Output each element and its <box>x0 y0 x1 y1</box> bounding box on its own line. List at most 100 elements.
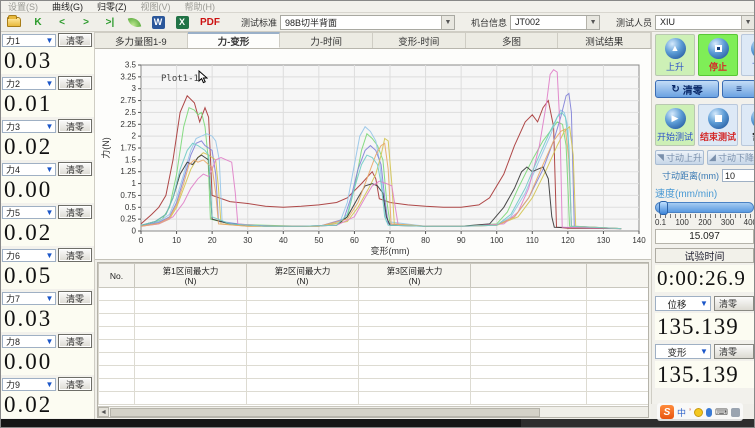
tester-select[interactable]: XIU ▼ <box>655 15 755 30</box>
svg-text:30: 30 <box>243 236 252 245</box>
channel-select[interactable]: 力1▼ <box>2 34 56 47</box>
tab-多力量图1-9[interactable]: 多力量图1-9 <box>95 32 188 48</box>
table-row[interactable] <box>99 353 650 366</box>
microphone-icon[interactable] <box>706 408 712 417</box>
scroll-left-icon[interactable]: ◄ <box>98 407 109 417</box>
inch-up-button[interactable]: ◥ 寸动上升 <box>655 150 704 165</box>
test-standard-select[interactable]: 98B切半背面 ▼ <box>280 15 455 30</box>
table-row[interactable] <box>99 379 650 392</box>
arrow-up-icon: ▲ <box>665 38 686 59</box>
keyboard-icon[interactable]: ⌨ <box>715 407 728 418</box>
channel-clear-button[interactable]: 清零 <box>58 377 92 391</box>
channel-select[interactable]: 力6▼ <box>2 249 56 262</box>
stop-button[interactable]: 停止 <box>698 34 738 76</box>
chevron-down-icon: ▼ <box>44 379 55 390</box>
table-cell <box>471 392 587 405</box>
displacement-select[interactable]: 位移 ▼ <box>655 296 711 311</box>
tester-label: 测试人员 <box>616 16 652 29</box>
last-record-button[interactable]: >| <box>99 14 121 30</box>
profile-icon[interactable] <box>731 408 740 417</box>
end-test-button[interactable]: 结束测试 <box>698 104 738 146</box>
table-row[interactable] <box>99 288 650 301</box>
channel-clear-button[interactable]: 清零 <box>58 119 92 133</box>
inch-down-button[interactable]: ◢ 寸动下降 <box>707 150 755 165</box>
channel-clear-button[interactable]: 清零 <box>58 334 92 348</box>
sogou-logo-icon[interactable]: S <box>660 405 674 419</box>
table-cell <box>99 327 135 340</box>
channel-select[interactable]: 力5▼ <box>2 206 56 219</box>
first-record-button[interactable]: K <box>27 14 49 30</box>
svg-text:1: 1 <box>132 179 137 188</box>
table-cell <box>135 366 247 379</box>
channel-clear-button[interactable]: 清零 <box>58 33 92 47</box>
channel-select[interactable]: 力3▼ <box>2 120 56 133</box>
menu-item-归零(Z)[interactable]: 归零(Z) <box>90 0 134 13</box>
menu-item-帮助(H)[interactable]: 帮助(H) <box>178 0 223 13</box>
menu-item-曲线(G)[interactable]: 曲线(G) <box>45 0 90 13</box>
start-test-button[interactable]: ▶ 开始测试 <box>655 104 695 146</box>
next-record-button[interactable]: > <box>75 14 97 30</box>
chinese-mode-icon[interactable]: 中 <box>677 406 686 419</box>
channel-name: 力5 <box>3 206 44 219</box>
tab-变形-时间[interactable]: 变形-时间 <box>373 32 466 48</box>
scrollbar-thumb[interactable] <box>110 408 540 417</box>
deform-clear-button[interactable]: 清零 <box>714 344 754 359</box>
deform-select[interactable]: 变形 ▼ <box>655 344 711 359</box>
table-row[interactable] <box>99 327 650 340</box>
tab-测试结果[interactable]: 测试结果 <box>558 32 651 48</box>
tab-力-变形[interactable]: 力-变形 <box>188 32 281 48</box>
speed-slider-handle[interactable] <box>659 201 668 215</box>
channel-select[interactable]: 力7▼ <box>2 292 56 305</box>
menu-item-设置(S)[interactable]: 设置(S) <box>1 0 45 13</box>
table-row[interactable] <box>99 366 650 379</box>
aux-button[interactable]: ≡ <box>722 80 755 98</box>
channel-clear-button[interactable]: 清零 <box>58 205 92 219</box>
menu-item-视图(V)[interactable]: 视图(V) <box>134 0 178 13</box>
crosshead-down-button[interactable]: ▼ 下降 <box>741 34 755 76</box>
export-word-button[interactable]: W <box>147 14 169 30</box>
test-standard-value: 98B切半背面 <box>281 16 441 29</box>
prev-record-button[interactable]: < <box>51 14 73 30</box>
table-cell <box>135 301 247 314</box>
report-button[interactable] <box>123 14 145 30</box>
tab-多图[interactable]: 多图 <box>466 32 559 48</box>
punctuation-icon[interactable]: ’ <box>689 407 691 417</box>
machine-select[interactable]: JT002 ▼ <box>510 15 600 30</box>
channel-select[interactable]: 力8▼ <box>2 335 56 348</box>
slider-tick-label: 300 <box>721 218 734 227</box>
channel-clear-button[interactable]: 清零 <box>58 291 92 305</box>
tab-力-时间[interactable]: 力-时间 <box>280 32 373 48</box>
leaf-icon <box>127 15 140 28</box>
inch-distance-input[interactable]: 10 <box>722 169 755 182</box>
table-row[interactable] <box>99 392 650 405</box>
channel-select[interactable]: 力4▼ <box>2 163 56 176</box>
column-header <box>471 264 587 288</box>
table-row[interactable] <box>99 340 650 353</box>
open-file-button[interactable] <box>3 14 25 30</box>
column-header: No. <box>99 264 135 288</box>
export-pdf-button[interactable]: PDF <box>195 14 225 30</box>
channel-clear-button[interactable]: 清零 <box>58 76 92 90</box>
horizontal-scrollbar[interactable]: ◄ <box>98 406 649 417</box>
table-cell <box>471 327 587 340</box>
channel-block: 力7▼清零0.03 <box>1 290 94 333</box>
emoji-icon[interactable] <box>694 408 703 417</box>
table-cell <box>247 288 359 301</box>
table-row[interactable] <box>99 301 650 314</box>
table-cell <box>359 301 471 314</box>
table-row[interactable] <box>99 314 650 327</box>
speed-slider[interactable] <box>655 202 754 213</box>
clear-all-button[interactable]: ↻ 清零 <box>655 80 719 98</box>
menu-bar: 设置(S)曲线(G)归零(Z)视图(V)帮助(H) <box>1 1 755 13</box>
table-cell <box>471 314 587 327</box>
channel-select[interactable]: 力9▼ <box>2 378 56 391</box>
crosshead-up-button[interactable]: ▲ 上升 <box>655 34 695 76</box>
channel-select[interactable]: 力2▼ <box>2 77 56 90</box>
displacement-clear-button[interactable]: 清零 <box>714 296 754 311</box>
channel-clear-button[interactable]: 清零 <box>58 248 92 262</box>
channel-clear-button[interactable]: 清零 <box>58 162 92 176</box>
table-cell <box>99 366 135 379</box>
export-excel-button[interactable]: X <box>171 14 193 30</box>
pause-button[interactable]: ❚❚ 暂停 <box>741 104 755 146</box>
table-cell <box>135 288 247 301</box>
